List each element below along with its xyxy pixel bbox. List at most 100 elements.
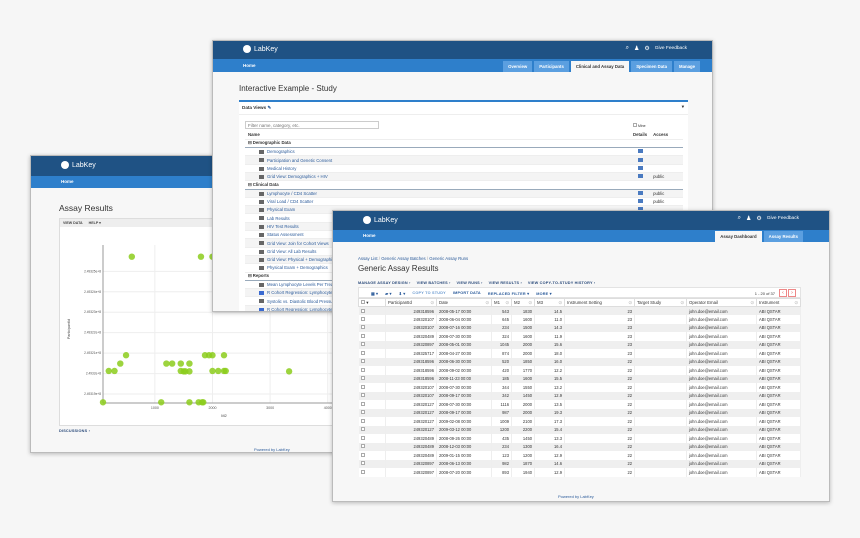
view-link[interactable]: Grid View: All Lab Results	[267, 249, 316, 254]
view-link[interactable]: Grid View: Demographics + HIV	[267, 174, 328, 179]
give-feedback-link[interactable]: Give Feedback	[767, 216, 799, 221]
view-link[interactable]: Participation and Genetic Consent	[267, 158, 332, 163]
view-link[interactable]: Systolic vs. Diastolic Blood Pressure	[267, 299, 337, 304]
row-checkbox[interactable]	[358, 332, 386, 341]
row-checkbox[interactable]	[358, 383, 386, 392]
view-link[interactable]: Medical History	[267, 166, 296, 171]
view-link[interactable]: R Cohort Regression: Lymphocyte	[267, 290, 333, 295]
table-row[interactable]: 249320897 2008-06-13 00:00 982 1870 14.6 22 jo…	[358, 459, 801, 468]
labkey-logo[interactable]: LabKey	[243, 45, 278, 53]
home-link[interactable]: Home	[243, 63, 256, 68]
prev-page-button[interactable]: ‹	[779, 289, 787, 297]
table-row[interactable]: 249318596 2008-05-17 00:00 543 1830 14.5 23 jo…	[358, 306, 801, 315]
grid-view-icon[interactable]: ▦ ▾	[371, 291, 378, 296]
mine-checkbox[interactable]: Mine	[633, 123, 646, 128]
column-header[interactable]: M1 ⊙	[491, 298, 512, 307]
user-icon[interactable]: ♟	[634, 45, 639, 52]
table-row[interactable]: 249318596 2008-09-02 00:00 420 1770 12.2 22 jo…	[358, 366, 801, 375]
copy-to-study-button[interactable]: COPY TO STUDY	[412, 291, 445, 296]
tab-clinical-assay-data[interactable]: Clinical and Assay Data	[570, 61, 630, 72]
col-details[interactable]: Details	[630, 131, 651, 140]
manage-assay-design-menu[interactable]: MANAGE ASSAY DESIGN ›	[358, 281, 411, 285]
column-menu-icon[interactable]: ⊙	[528, 300, 532, 306]
column-header[interactable]: Date ⊙	[436, 298, 492, 307]
data-view-row[interactable]: Grid View: Demographics + HIV public	[245, 172, 683, 182]
view-link[interactable]: Physical Exam + Demographics	[267, 265, 328, 270]
import-data-button[interactable]: IMPORT DATA	[453, 291, 481, 296]
filter-input[interactable]	[245, 121, 379, 129]
column-menu-icon[interactable]: ⊙	[794, 300, 798, 306]
table-row[interactable]: 249320897 2008-05-01 00:00 1045 2000 15.6 23 j…	[358, 340, 801, 349]
col-name[interactable]: Name	[245, 131, 630, 140]
table-row[interactable]: 249320489 2009-01-15 00:00 123 1200 12.9 22 jo…	[358, 451, 801, 460]
help-menu[interactable]: HELP ▾	[89, 221, 101, 225]
labkey-logo[interactable]: LabKey	[363, 216, 398, 224]
view-link[interactable]: Demographics	[267, 149, 295, 154]
row-checkbox[interactable]	[358, 374, 386, 383]
details-icon[interactable]	[637, 190, 643, 195]
export-icon[interactable]: ⬇ ▾	[399, 291, 406, 296]
view-link[interactable]: Physical Exam	[267, 207, 295, 212]
view-link[interactable]: Status Assessment	[267, 232, 304, 237]
row-checkbox[interactable]	[358, 323, 386, 332]
search-icon[interactable]: ⌕	[626, 45, 629, 52]
row-checkbox[interactable]	[358, 425, 386, 434]
row-checkbox[interactable]	[358, 366, 386, 375]
table-row[interactable]: 249320107 2008-07-30 00:00 344 1550 13.2 22 jo…	[358, 383, 801, 392]
select-all-checkbox[interactable]: ▾	[358, 298, 386, 307]
row-checkbox[interactable]	[358, 400, 386, 409]
view-copy-history-menu[interactable]: VIEW COPY-TO-STUDY HISTORY ›	[528, 281, 595, 285]
row-checkbox[interactable]	[358, 459, 386, 468]
table-row[interactable]: 249320489 2008-12-03 00:00 234 1300 16.4 22 jo…	[358, 442, 801, 451]
breadcrumb-batches[interactable]: Generic Assay Batches	[381, 256, 425, 261]
table-row[interactable]: 249318596 2008-06-30 00:00 520 1850 16.0 22 jo…	[358, 357, 801, 366]
column-header[interactable]: Operator Email ⊙	[686, 298, 757, 307]
tab-manage[interactable]: Manage	[674, 61, 700, 72]
view-data-button[interactable]: VIEW DATA	[63, 221, 83, 225]
column-header[interactable]: M3 ⊙	[534, 298, 565, 307]
table-row[interactable]: 249320107 2008-06-04 00:00 645 1600 11.0 23 jo…	[358, 315, 801, 324]
view-link[interactable]: Grid View: Join for Cohort Views	[267, 241, 329, 246]
details-icon[interactable]	[637, 174, 643, 179]
table-row[interactable]: 249325717 2008-04-27 00:00 874 2000 18.0 23 jo…	[358, 349, 801, 358]
view-link[interactable]: R Cohort Regression: Lymphocyte	[267, 307, 333, 311]
replaced-filter-menu[interactable]: REPLACED FILTER ▾	[488, 291, 529, 296]
column-menu-icon[interactable]: ⊙	[680, 300, 684, 306]
column-menu-icon[interactable]: ⊙	[430, 300, 434, 306]
view-batches-menu[interactable]: VIEW BATCHES ›	[417, 281, 451, 285]
data-view-row[interactable]: Viral Load / CD4 Scatter public	[245, 197, 683, 207]
view-link[interactable]: Lab Results	[267, 216, 290, 221]
details-icon[interactable]	[637, 165, 643, 170]
table-row[interactable]: 249320489 2008-07-30 00:00 324 1600 11.9 23 jo…	[358, 332, 801, 341]
breadcrumb-runs[interactable]: Generic Assay Runs	[429, 256, 468, 261]
gear-icon[interactable]: ⚙	[644, 45, 649, 52]
data-view-row[interactable]: Demographics	[245, 147, 683, 157]
view-link[interactable]: Lymphocyte / CD4 Scatter	[267, 191, 317, 196]
tab-assay-results[interactable]: Assay Results	[763, 231, 803, 242]
tab-specimen-data[interactable]: Specimen Data	[631, 61, 672, 72]
table-row[interactable]: 249320127 2009-03-12 00:00 1200 2200 15.4 22 j…	[358, 425, 801, 434]
category-toggle[interactable]: ⊟ Clinical Data	[245, 180, 683, 190]
view-link[interactable]: Grid View: Physical + Demographics	[267, 257, 337, 262]
table-row[interactable]: 249320897 2008-07-20 00:00 893 1940 12.9 22 jo…	[358, 468, 801, 477]
column-menu-icon[interactable]: ⊙	[558, 300, 562, 306]
category-row[interactable]: ⊟ Clinical Data	[245, 180, 683, 190]
column-header[interactable]: Instrument ⊙	[756, 298, 801, 307]
details-icon[interactable]	[637, 199, 643, 204]
edit-icon[interactable]: ✎	[267, 105, 271, 110]
column-header[interactable]: Target Study ⊙	[634, 298, 687, 307]
discussions-link[interactable]: DISCUSSIONS ›	[59, 429, 90, 433]
column-menu-icon[interactable]: ⊙	[485, 300, 489, 306]
gear-icon[interactable]: ⚙	[756, 215, 761, 222]
category-toggle[interactable]: ⊟ Demographic Data	[245, 139, 683, 149]
column-menu-icon[interactable]: ⊙	[505, 300, 509, 306]
table-row[interactable]: 249320489 2008-09-26 00:00 435 1450 13.3 22 jo…	[358, 434, 801, 443]
category-row[interactable]: ⊟ Demographic Data	[245, 139, 683, 149]
powered-by[interactable]: Powered by LabKey	[254, 447, 290, 452]
row-checkbox[interactable]	[358, 315, 386, 324]
column-header[interactable]: Instrument Setting ⊙	[564, 298, 635, 307]
table-row[interactable]: 249318596 2008-11-23 00:00 185 1600 15.5 22 jo…	[358, 374, 801, 383]
table-row[interactable]: 249320127 2009-02-08 00:00 1009 2100 17.3 22 j…	[358, 417, 801, 426]
row-checkbox[interactable]	[358, 357, 386, 366]
tab-overview[interactable]: Overview	[503, 61, 533, 72]
